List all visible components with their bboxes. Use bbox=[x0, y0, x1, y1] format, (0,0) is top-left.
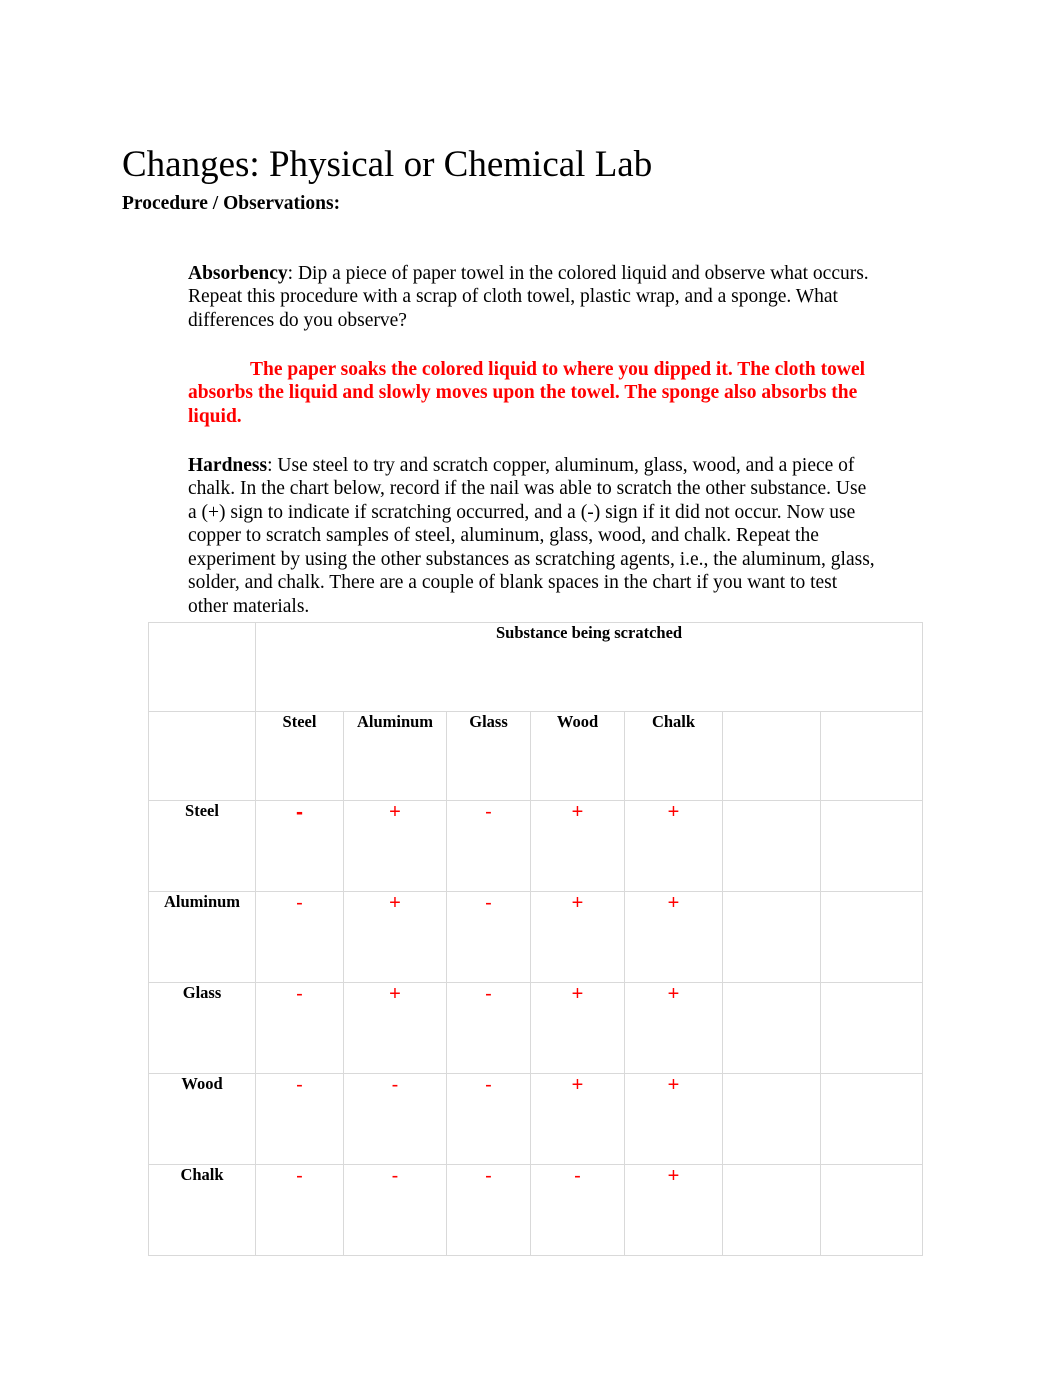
cell-chalk-aluminum[interactable]: - bbox=[343, 1164, 447, 1256]
hardness-label: Hardness bbox=[188, 454, 268, 476]
cell-chalk-steel[interactable]: - bbox=[255, 1164, 344, 1256]
cell-glass-glass[interactable]: - bbox=[446, 982, 531, 1074]
column-header-glass: Glass bbox=[446, 711, 531, 801]
column-header-blank-2 bbox=[819, 711, 924, 801]
cell-glass-chalk[interactable]: + bbox=[624, 982, 723, 1074]
absorbency-body: : Dip a piece of paper towel in the colo… bbox=[188, 262, 869, 331]
cell-steel-wood[interactable]: + bbox=[530, 800, 625, 892]
table-row: Wood - - - + + bbox=[148, 1073, 924, 1165]
table-header-row: Steel Aluminum Glass Wood Chalk bbox=[148, 711, 924, 801]
cell-aluminum-aluminum[interactable]: + bbox=[343, 891, 447, 983]
cell-wood-steel[interactable]: - bbox=[255, 1073, 344, 1165]
cell-aluminum-chalk[interactable]: + bbox=[624, 891, 723, 983]
cell-wood-blank-2[interactable] bbox=[819, 1073, 924, 1165]
cell-aluminum-blank-1[interactable] bbox=[722, 891, 821, 983]
column-header-aluminum: Aluminum bbox=[343, 711, 447, 801]
cell-chalk-blank-2[interactable] bbox=[819, 1164, 924, 1256]
page-title: Changes: Physical or Chemical Lab bbox=[122, 143, 653, 185]
table-title-substance-being-scratched: Substance being scratched bbox=[254, 622, 924, 712]
cell-aluminum-glass[interactable]: - bbox=[446, 891, 531, 983]
cell-wood-chalk[interactable]: + bbox=[624, 1073, 723, 1165]
table-row: Aluminum - + - + + bbox=[148, 891, 924, 983]
cell-aluminum-blank-2[interactable] bbox=[819, 891, 924, 983]
row-header-chalk: Chalk bbox=[148, 1164, 256, 1256]
table-corner-cell bbox=[148, 622, 256, 712]
cell-aluminum-steel[interactable]: - bbox=[255, 891, 344, 983]
cell-steel-blank-2[interactable] bbox=[819, 800, 924, 892]
cell-wood-glass[interactable]: - bbox=[446, 1073, 531, 1165]
column-header-steel: Steel bbox=[255, 711, 344, 801]
cell-aluminum-wood[interactable]: + bbox=[530, 891, 625, 983]
cell-glass-blank-2[interactable] bbox=[819, 982, 924, 1074]
cell-glass-blank-1[interactable] bbox=[722, 982, 821, 1074]
document-page: Changes: Physical or Chemical Lab Proced… bbox=[0, 0, 1062, 1377]
cell-glass-wood[interactable]: + bbox=[530, 982, 625, 1074]
table-row: Steel - + - + + bbox=[148, 800, 924, 892]
cell-glass-aluminum[interactable]: + bbox=[343, 982, 447, 1074]
table-title-row: Substance being scratched bbox=[148, 622, 924, 712]
cell-steel-blank-1[interactable] bbox=[722, 800, 821, 892]
cell-chalk-blank-1[interactable] bbox=[722, 1164, 821, 1256]
table-header-corner-cell bbox=[148, 711, 256, 801]
column-header-blank-1 bbox=[722, 711, 821, 801]
section-heading-procedure-observations: Procedure / Observations: bbox=[122, 193, 341, 214]
cell-wood-blank-1[interactable] bbox=[722, 1073, 821, 1165]
cell-chalk-glass[interactable]: - bbox=[446, 1164, 531, 1256]
table-row: Glass - + - + + bbox=[148, 982, 924, 1074]
paragraph-absorbency: Absorbency: Dip a piece of paper towel i… bbox=[188, 262, 878, 333]
column-header-chalk: Chalk bbox=[624, 711, 723, 801]
cell-chalk-chalk[interactable]: + bbox=[624, 1164, 723, 1256]
row-header-glass: Glass bbox=[148, 982, 256, 1074]
column-header-wood: Wood bbox=[530, 711, 625, 801]
cell-glass-steel[interactable]: - bbox=[255, 982, 344, 1074]
row-header-wood: Wood bbox=[148, 1073, 256, 1165]
hardness-table: Substance being scratched Steel Aluminum… bbox=[148, 622, 924, 1256]
cell-wood-aluminum[interactable]: - bbox=[343, 1073, 447, 1165]
absorbency-label: Absorbency bbox=[188, 262, 288, 284]
row-header-steel: Steel bbox=[148, 800, 256, 892]
cell-steel-aluminum[interactable]: + bbox=[343, 800, 447, 892]
paragraph-absorbency-answer: The paper soaks the colored liquid to wh… bbox=[188, 358, 866, 428]
paragraph-hardness: Hardness: Use steel to try and scratch c… bbox=[188, 454, 878, 619]
cell-steel-glass[interactable]: - bbox=[446, 800, 531, 892]
row-header-aluminum: Aluminum bbox=[148, 891, 256, 983]
cell-wood-wood[interactable]: + bbox=[530, 1073, 625, 1165]
cell-steel-steel[interactable]: - bbox=[255, 800, 344, 892]
table-row: Chalk - - - - + bbox=[148, 1164, 924, 1256]
cell-steel-chalk[interactable]: + bbox=[624, 800, 723, 892]
cell-chalk-wood[interactable]: - bbox=[530, 1164, 625, 1256]
hardness-body: : Use steel to try and scratch copper, a… bbox=[188, 454, 875, 618]
